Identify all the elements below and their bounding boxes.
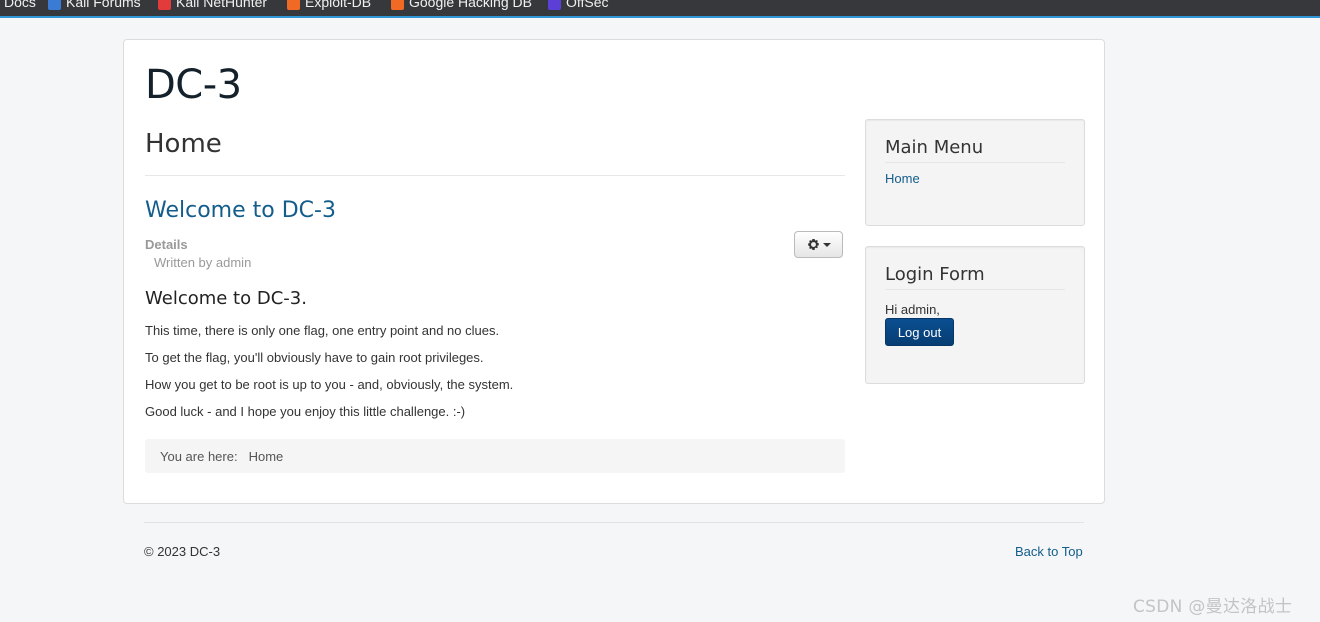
footer-copyright: © 2023 DC-3: [144, 544, 221, 559]
article-body-heading: Welcome to DC-3.: [145, 288, 307, 309]
article-tools-button[interactable]: [794, 231, 843, 258]
site-brand[interactable]: DC-3: [145, 62, 242, 108]
breadcrumb-current: Home: [248, 448, 284, 464]
bookmarks-bar: Docs Kali Forums Kali NetHunter Exploit-…: [0, 0, 1320, 18]
bookmark-label: Exploit-DB: [305, 0, 372, 10]
article-paragraph: Good luck - and I hope you enjoy this li…: [145, 404, 466, 419]
bookmark-label: OffSec: [566, 0, 609, 10]
chevron-down-icon: [822, 242, 831, 247]
details-label: Details: [145, 237, 188, 252]
google-hacking-db-icon: [391, 0, 404, 10]
bookmark-kali-forums[interactable]: Kali Forums: [48, 0, 141, 10]
kali-nethunter-icon: [158, 0, 171, 10]
breadcrumb-label: You are here:: [160, 448, 238, 464]
logout-button[interactable]: Log out: [885, 318, 954, 346]
exploit-db-icon: [287, 0, 300, 10]
bookmark-label: Docs: [4, 0, 36, 10]
offsec-icon: [548, 0, 561, 10]
article-title-link[interactable]: Welcome to DC-3: [145, 198, 336, 223]
menu-item-home[interactable]: Home: [885, 171, 920, 186]
article-paragraph: How you get to be root is up to you - an…: [145, 377, 514, 392]
bookmark-label: Google Hacking DB: [409, 0, 532, 10]
back-to-top-link[interactable]: Back to Top: [1015, 544, 1083, 559]
author-line: Written by admin: [154, 255, 252, 270]
csdn-watermark: CSDN @曼达洛战士: [1133, 597, 1293, 617]
bookmark-offsec[interactable]: OffSec: [548, 0, 609, 10]
login-form-module: Login Form Hi admin, Log out: [865, 246, 1085, 384]
main-card: DC-3 Home Welcome to DC-3 Details Writte…: [123, 39, 1105, 504]
kali-forums-icon: [48, 0, 61, 10]
main-menu-module: Main Menu Home: [865, 119, 1085, 226]
page-header: Home: [145, 129, 845, 176]
page-title: Home: [145, 129, 222, 159]
main-menu-title: Main Menu: [885, 137, 1065, 163]
bookmark-docs[interactable]: Docs: [4, 0, 36, 10]
bookmark-google-hacking-db[interactable]: Google Hacking DB: [391, 0, 532, 10]
login-greeting: Hi admin,: [885, 302, 940, 317]
bookmark-exploit-db[interactable]: Exploit-DB: [287, 0, 371, 10]
bookmark-label: Kali Forums: [66, 0, 141, 10]
article-paragraph: This time, there is only one flag, one e…: [145, 323, 500, 338]
bookmark-kali-nethunter[interactable]: Kali NetHunter: [158, 0, 267, 10]
article-body: This time, there is only one flag, one e…: [145, 323, 845, 431]
breadcrumb: You are here: Home: [145, 439, 845, 473]
article-paragraph: To get the flag, you'll obviously have t…: [145, 350, 484, 365]
login-form-title: Login Form: [885, 264, 1065, 290]
gear-icon: [807, 238, 819, 251]
bookmark-label: Kali NetHunter: [176, 0, 268, 10]
footer-divider: [144, 522, 1084, 523]
